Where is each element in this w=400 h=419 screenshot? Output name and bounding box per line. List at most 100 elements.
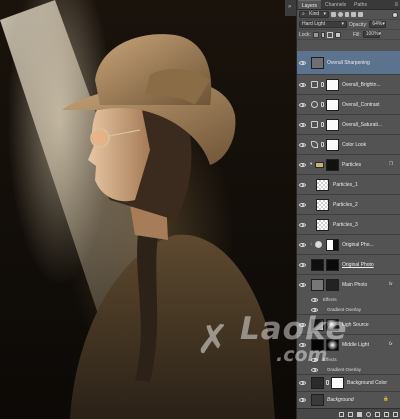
layer-mask-thumbnail[interactable]: [326, 239, 339, 251]
lock-transparent-icon[interactable]: [312, 31, 319, 38]
watermark-domain: .com: [276, 344, 328, 366]
adjustment-icon: [315, 241, 322, 248]
visibility-eye-icon[interactable]: [299, 61, 306, 65]
opacity-field[interactable]: 64% ▾: [369, 21, 387, 28]
link-layers-icon[interactable]: [339, 411, 344, 417]
group-expand-icon[interactable]: ▾: [310, 161, 312, 167]
visibility-eye-icon[interactable]: [299, 243, 306, 247]
tab-paths[interactable]: Paths: [350, 0, 371, 9]
tab-channels[interactable]: Channels: [321, 0, 350, 9]
type-filter-icon[interactable]: [345, 12, 349, 17]
fill-label: Fill:: [352, 31, 361, 38]
layer-row[interactable]: Main Photo fx: [297, 275, 400, 295]
lock-all-icon[interactable]: [334, 31, 341, 38]
layer-thumbnail: [311, 259, 324, 271]
layer-thumbnail: [311, 279, 324, 291]
layer-row[interactable]: Particles_2: [297, 195, 400, 215]
layer-name[interactable]: Particles_2: [333, 202, 358, 208]
layer-row[interactable]: Original Photo: [297, 255, 400, 275]
layer-name[interactable]: Color Look: [342, 142, 366, 148]
panel-collapse-strip[interactable]: »: [285, 0, 297, 16]
blend-mode-select[interactable]: Hard Light ▾: [299, 21, 347, 28]
visibility-eye-icon[interactable]: [299, 183, 306, 187]
visibility-eye-icon[interactable]: [299, 283, 306, 287]
layer-row[interactable]: Overall_Brightn...: [297, 75, 400, 95]
link-icon: [326, 380, 329, 385]
layer-row[interactable]: Particles_1: [297, 175, 400, 195]
layer-name[interactable]: Overall_Contrast: [342, 102, 380, 108]
visibility-eye-icon[interactable]: [299, 223, 306, 227]
layer-row[interactable]: Overall_Saturati...: [297, 115, 400, 135]
layer-thumbnail: [316, 179, 329, 191]
image-filter-icon[interactable]: [331, 12, 336, 17]
layer-group-row[interactable]: ▾ Particles ❐: [297, 155, 400, 175]
visibility-eye-icon[interactable]: [299, 123, 306, 127]
filter-kind-select[interactable]: ⌕ Kind ▾: [299, 11, 329, 18]
layer-name[interactable]: Original Photo: [342, 262, 374, 268]
add-style-icon[interactable]: [348, 411, 353, 417]
link-icon: [321, 122, 324, 127]
layer-mask-thumbnail[interactable]: [326, 279, 339, 291]
adjustment-filter-icon[interactable]: [338, 12, 343, 17]
layer-mask-thumbnail[interactable]: [326, 259, 339, 271]
smart-object-filter-icon[interactable]: [358, 12, 363, 17]
layer-row[interactable]: Overall Sharpening: [297, 51, 400, 75]
levels-adjustment-icon: [311, 81, 318, 88]
visibility-eye-icon[interactable]: [299, 398, 306, 402]
chevron-down-icon: ▾: [378, 31, 382, 37]
lock-icon: 🔒: [383, 396, 389, 401]
new-group-icon[interactable]: [375, 411, 380, 417]
new-adjustment-icon[interactable]: [366, 411, 371, 417]
layer-row[interactable]: Background Color: [297, 375, 400, 392]
lock-image-icon[interactable]: [320, 31, 325, 38]
visibility-eye-icon[interactable]: [299, 83, 306, 87]
filter-kind-value: Kind: [309, 11, 320, 17]
layer-mask-thumbnail[interactable]: [331, 377, 344, 389]
trash-icon[interactable]: [393, 411, 398, 417]
visibility-eye-icon[interactable]: [299, 163, 306, 167]
visibility-eye-icon[interactable]: [299, 143, 306, 147]
layer-mask-thumbnail[interactable]: [326, 99, 339, 111]
layer-row[interactable]: Color Look: [297, 135, 400, 155]
layer-row[interactable]: Background 🔒: [297, 392, 400, 408]
layer-row[interactable]: Particles_3: [297, 215, 400, 235]
layer-name[interactable]: Main Photo: [342, 282, 367, 288]
filter-toggle-icon[interactable]: [392, 11, 398, 18]
layer-row[interactable]: Overall_Contrast: [297, 95, 400, 115]
layer-name[interactable]: Particles_3: [333, 222, 358, 228]
smart-filter-icon: ❐: [389, 161, 394, 166]
layer-name[interactable]: Overall_Saturati...: [342, 122, 382, 128]
tab-layers[interactable]: Layers: [298, 0, 322, 9]
fx-icon[interactable]: fx: [389, 341, 393, 346]
visibility-eye-icon[interactable]: [311, 298, 318, 302]
visibility-eye-icon[interactable]: [299, 381, 306, 385]
add-mask-icon[interactable]: [357, 411, 362, 417]
layer-filter-row: ⌕ Kind ▾: [297, 10, 400, 20]
layer-name[interactable]: Background: [327, 397, 354, 403]
layer-name[interactable]: Background Color: [347, 380, 387, 386]
folder-icon: [315, 162, 324, 168]
lock-position-icon[interactable]: [326, 31, 333, 38]
effects-row[interactable]: Effects: [297, 295, 400, 305]
new-layer-icon[interactable]: [384, 411, 389, 417]
layer-row[interactable]: ↓ Original Pho...: [297, 235, 400, 255]
opacity-label: Opacity:: [349, 21, 368, 28]
group-mask-thumbnail[interactable]: [326, 159, 339, 171]
layer-mask-thumbnail[interactable]: [326, 119, 339, 131]
fx-icon[interactable]: fx: [389, 281, 393, 286]
layer-name[interactable]: Particles_1: [333, 182, 358, 188]
fill-field[interactable]: 100% ▾: [362, 31, 382, 38]
layer-mask-thumbnail[interactable]: [326, 79, 339, 91]
layer-name[interactable]: Overall_Brightn...: [342, 82, 381, 88]
visibility-eye-icon[interactable]: [299, 203, 306, 207]
shape-filter-icon[interactable]: [351, 12, 356, 17]
panel-menu-icon[interactable]: ≡: [394, 1, 398, 9]
visibility-eye-icon[interactable]: [299, 263, 306, 267]
visibility-eye-icon[interactable]: [299, 103, 306, 107]
layer-name[interactable]: Overall Sharpening: [327, 60, 370, 66]
panel-tabs: Layers Channels Paths ≡: [297, 0, 400, 10]
chevron-down-icon: ▾: [323, 11, 326, 17]
layer-name[interactable]: Original Pho...: [342, 242, 374, 248]
layer-mask-thumbnail[interactable]: [326, 139, 339, 151]
layer-name[interactable]: Particles: [342, 162, 361, 168]
